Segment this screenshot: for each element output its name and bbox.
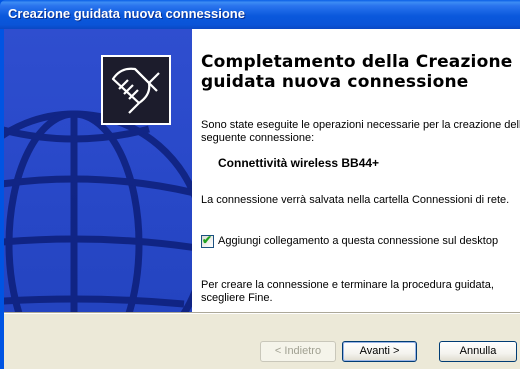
save-note-text: La connessione verrà salvata nella carte… xyxy=(201,194,510,206)
finish-note-text: Per creare la connessione e terminare la… xyxy=(201,279,494,304)
back-button[interactable]: < Indietro xyxy=(260,341,336,362)
intro-text: Sono state eseguite le operazioni necess… xyxy=(201,119,520,144)
dialog-body: Completamento della Creazione guidata nu… xyxy=(4,29,520,369)
connection-name: Connettività wireless BB44+ xyxy=(218,156,380,170)
cancel-button[interactable]: Annulla xyxy=(439,341,517,362)
wizard-side-panel xyxy=(4,29,192,312)
wizard-content: Completamento della Creazione guidata nu… xyxy=(192,29,520,312)
wizard-window: Creazione guidata nuova connessione Comp… xyxy=(0,0,520,369)
divider-highlight xyxy=(4,313,520,314)
desktop-shortcut-checkbox[interactable]: ✔ Aggiungi collegamento a questa conness… xyxy=(201,233,520,249)
connection-logo xyxy=(101,55,171,125)
next-button[interactable]: Avanti > xyxy=(342,341,417,362)
page-title: Completamento della Creazione guidata nu… xyxy=(201,52,513,92)
title-bar[interactable]: Creazione guidata nuova connessione xyxy=(0,0,520,29)
checkbox-box[interactable]: ✔ xyxy=(201,233,214,248)
window-title: Creazione guidata nuova connessione xyxy=(8,6,245,21)
checkmark-icon: ✔ xyxy=(202,233,213,247)
network-plug-icon xyxy=(111,67,160,114)
checkbox-label[interactable]: Aggiungi collegamento a questa connessio… xyxy=(218,235,498,247)
